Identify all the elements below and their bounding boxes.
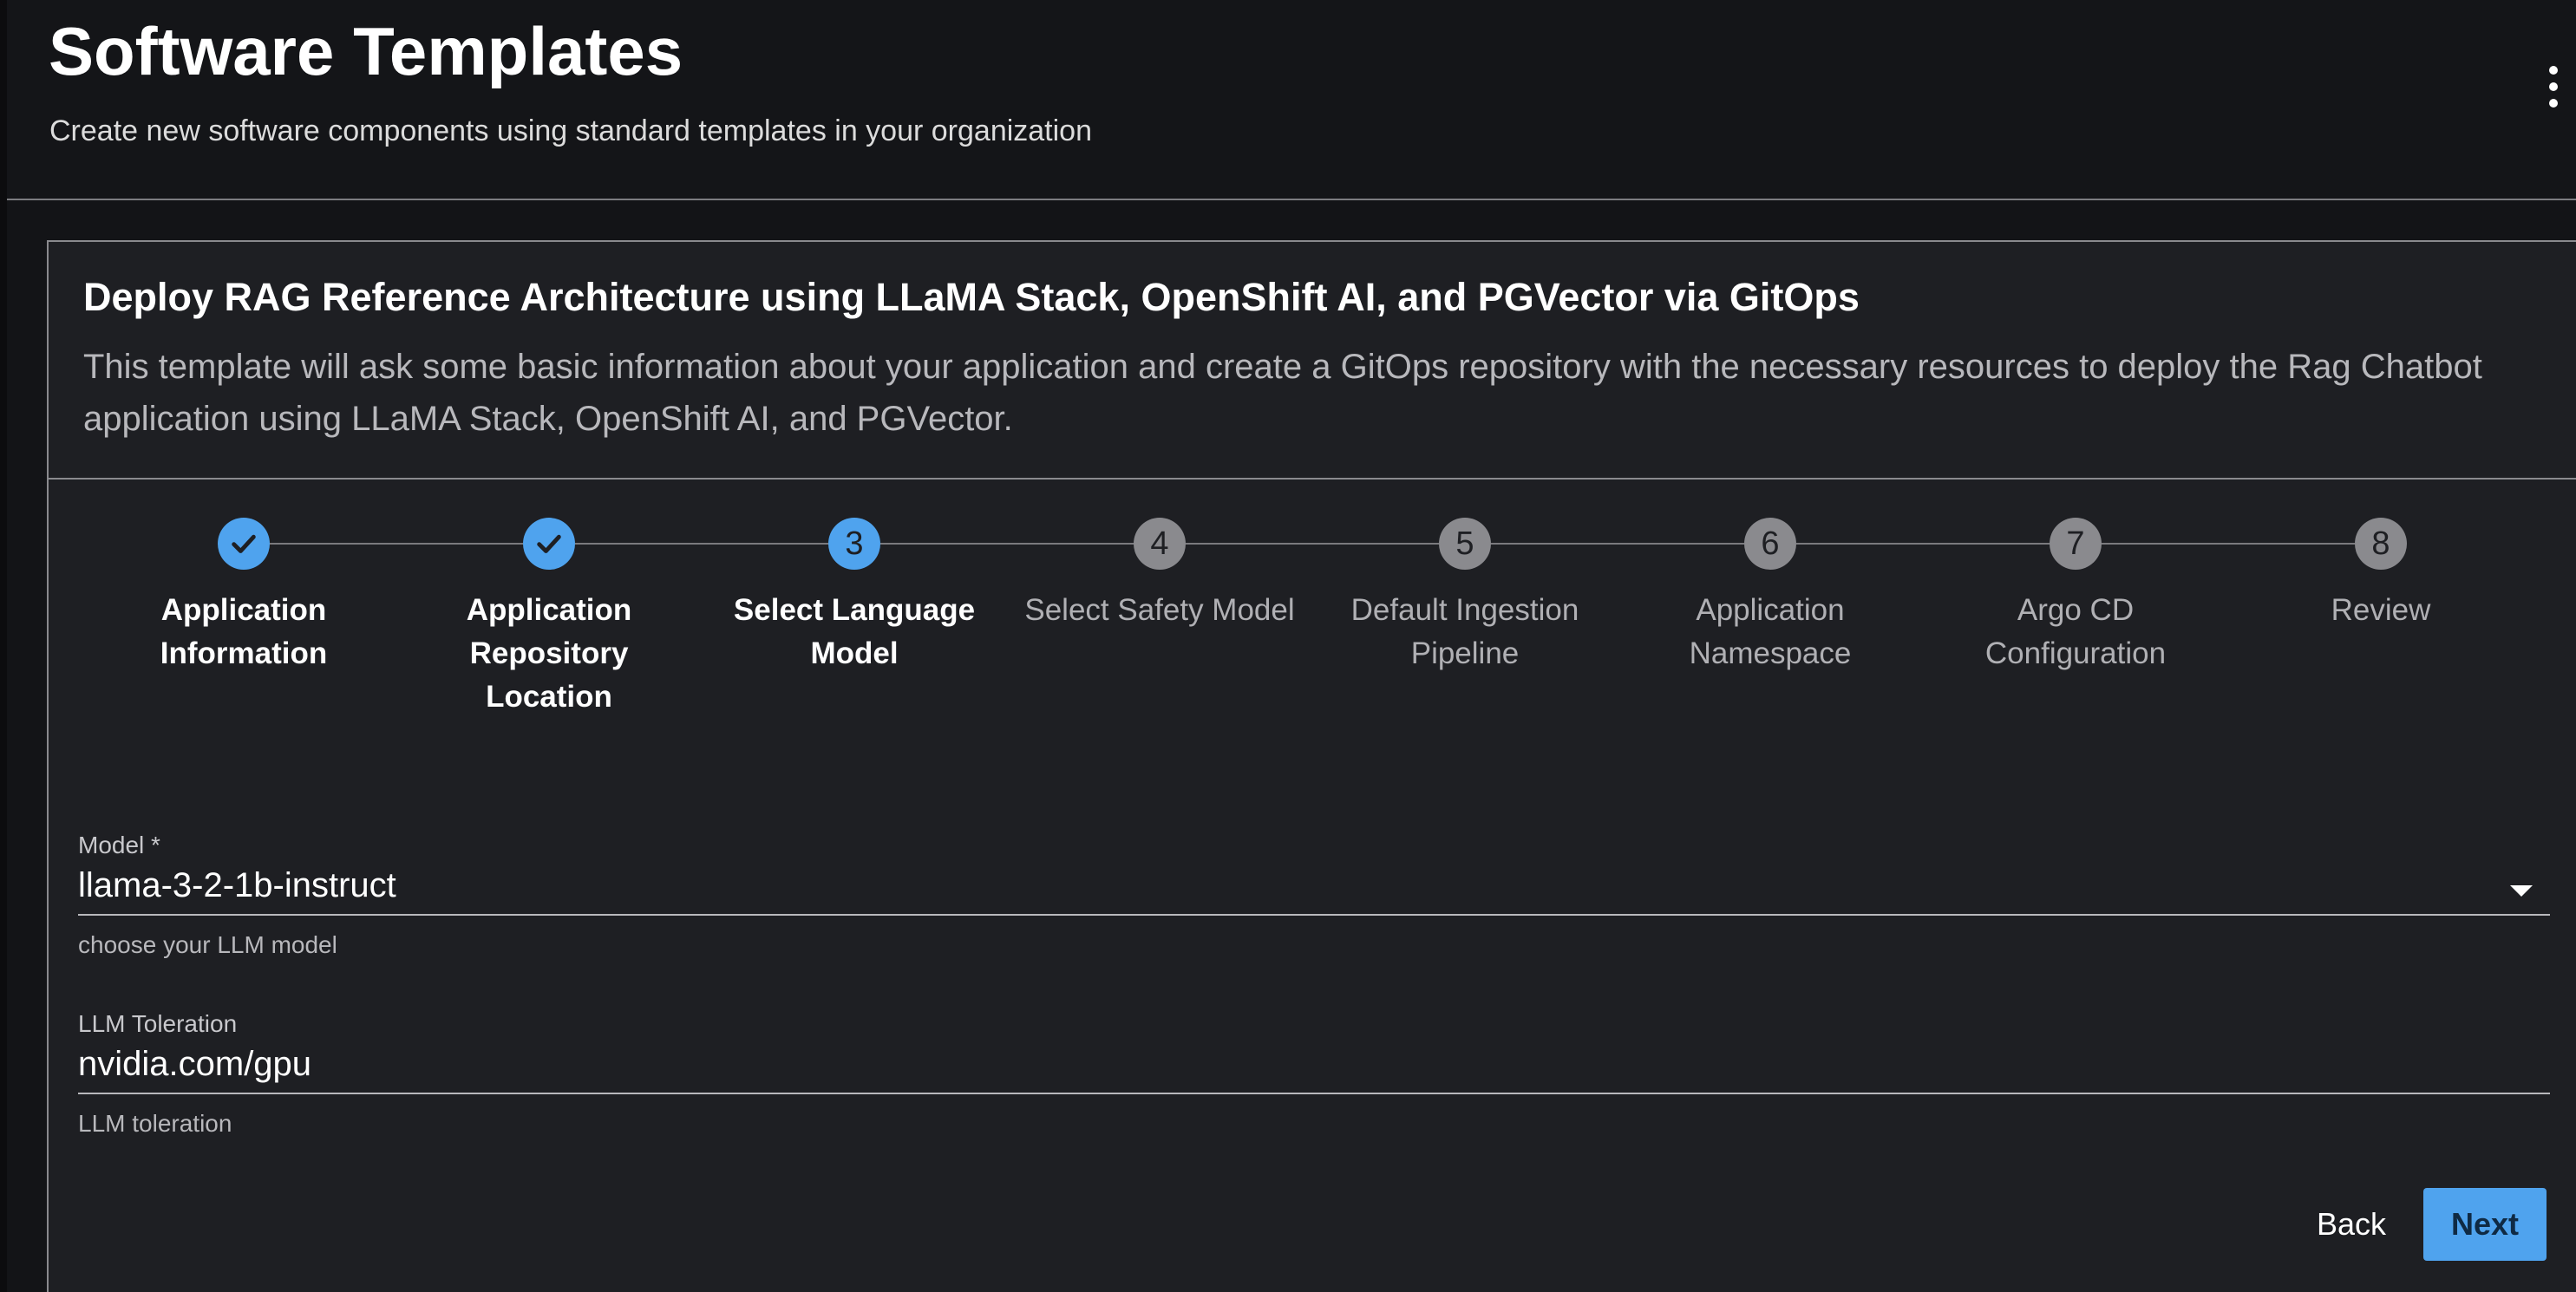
card-header: Deploy RAG Reference Architecture using …	[49, 242, 2576, 480]
page-title: Software Templates	[49, 13, 683, 89]
step-number: 3	[828, 518, 880, 570]
model-label: Model *	[78, 832, 160, 858]
template-description: This template will ask some basic inform…	[83, 348, 2482, 438]
step-2[interactable]: Application Repository Location	[406, 518, 692, 719]
step-4[interactable]: 4 Select Safety Model	[1017, 518, 1303, 632]
step-1[interactable]: Application Information	[101, 518, 387, 675]
template-title: Deploy RAG Reference Architecture using …	[83, 275, 1860, 319]
toleration-help: LLM toleration	[78, 1110, 232, 1137]
left-edge	[0, 0, 7, 1292]
toleration-label: LLM Toleration	[78, 1010, 238, 1037]
step-number: 6	[1744, 518, 1796, 570]
step-label: Argo CD Configuration	[1984, 593, 2167, 670]
step-3[interactable]: 3 Select Language Model	[711, 518, 997, 675]
step-number: 4	[1134, 518, 1186, 570]
step-6[interactable]: 6 Application Namespace	[1627, 518, 1913, 675]
step-8[interactable]: 8 Review	[2238, 518, 2524, 632]
step-5[interactable]: 5 Default Ingestion Pipeline	[1322, 518, 1608, 675]
model-field[interactable]: Model * llama-3-2-1b-instruct choose you…	[78, 832, 2550, 959]
template-card: Deploy RAG Reference Architecture using …	[47, 240, 2576, 1292]
step-7[interactable]: 7 Argo CD Configuration	[1932, 518, 2219, 675]
check-icon	[218, 518, 270, 570]
model-select[interactable]: llama-3-2-1b-instruct	[78, 859, 2550, 916]
step-label: Select Language Model	[733, 593, 976, 670]
toleration-input[interactable]: nvidia.com/gpu	[78, 1038, 2550, 1094]
toleration-value: nvidia.com/gpu	[78, 1045, 312, 1083]
page-subtitle: Create new software components using sta…	[49, 114, 1093, 147]
step-label: Application Information	[160, 593, 328, 670]
step-label: Review	[2331, 593, 2431, 627]
model-help: choose your LLM model	[78, 931, 337, 958]
step-label: Application Repository Location	[466, 593, 632, 714]
step-label: Application Namespace	[1689, 593, 1852, 670]
step-number: 8	[2355, 518, 2407, 570]
caret-down-icon[interactable]	[2510, 885, 2533, 897]
step-number: 7	[2050, 518, 2102, 570]
model-value: llama-3-2-1b-instruct	[78, 866, 396, 904]
next-button[interactable]: Next	[2423, 1188, 2547, 1261]
step-label: Select Safety Model	[1024, 593, 1295, 627]
back-button[interactable]: Back	[2295, 1188, 2408, 1261]
toleration-field[interactable]: LLM Toleration nvidia.com/gpu LLM tolera…	[78, 1010, 2550, 1138]
check-icon	[523, 518, 575, 570]
step-label: Default Ingestion Pipeline	[1350, 593, 1579, 670]
step-number: 5	[1439, 518, 1491, 570]
kebab-menu-icon[interactable]	[2547, 66, 2560, 108]
page-header: Software Templates Create new software c…	[7, 0, 2576, 200]
